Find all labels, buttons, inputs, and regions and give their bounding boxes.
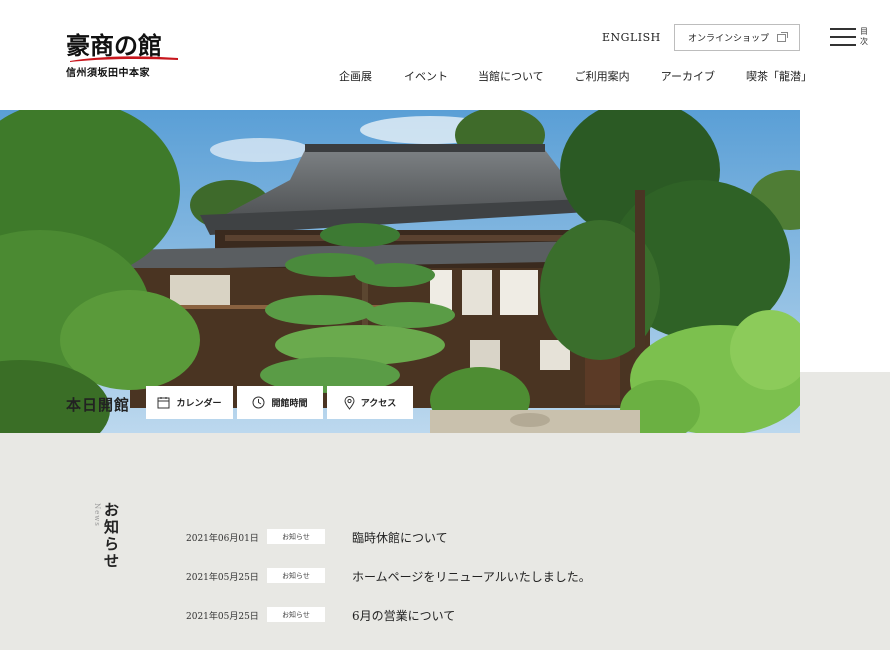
news-title[interactable]: ホームページをリニューアルいたしました。	[352, 568, 591, 585]
map-pin-icon	[344, 395, 355, 410]
news-date: 2021年06月01日	[186, 534, 259, 544]
nav-item-cafe[interactable]: 喫茶「龍潜」	[746, 68, 812, 84]
nav-item-events[interactable]: イベント	[404, 68, 448, 84]
hero-image	[0, 110, 800, 433]
menu-button[interactable]: 目次	[830, 27, 872, 49]
news-tag: お知らせ	[267, 568, 325, 583]
calendar-button[interactable]: カレンダー	[146, 386, 233, 419]
online-shop-button[interactable]: オンラインショップ	[674, 24, 800, 51]
opening-hours-button[interactable]: 開館時間	[237, 386, 323, 419]
online-shop-label: オンラインショップ	[687, 34, 769, 44]
hamburger-icon	[830, 28, 856, 46]
open-status-title: 本日開館	[66, 396, 131, 414]
clock-icon	[252, 396, 265, 409]
external-link-icon	[777, 31, 788, 42]
logo-swoosh	[70, 56, 178, 62]
menu-label: 目次	[860, 27, 868, 46]
news-heading: お知らせ	[104, 501, 120, 570]
news-item[interactable]: 2021年06月01日 お知らせ 臨時休館について	[186, 529, 686, 545]
access-button-label: アクセス	[360, 399, 397, 409]
site-header: 豪商の館 信州須坂田中本家 ENGLISH オンラインショップ 目次 企画展 イ…	[0, 0, 890, 110]
calendar-button-label: カレンダー	[176, 399, 222, 409]
news-title[interactable]: 臨時休館について	[352, 529, 448, 546]
news-date: 2021年05月25日	[186, 612, 259, 622]
global-nav: 企画展 イベント 当館について ご利用案内 アーカイブ 喫茶「龍潜」	[339, 68, 812, 84]
news-item[interactable]: 2021年05月25日 お知らせ 6月の営業について	[186, 607, 686, 623]
nav-item-exhibition[interactable]: 企画展	[339, 68, 372, 84]
nav-item-archive[interactable]: アーカイブ	[661, 68, 715, 84]
news-tag: お知らせ	[267, 529, 325, 544]
news-date: 2021年05月25日	[186, 573, 259, 583]
news-title[interactable]: 6月の営業について	[352, 607, 455, 624]
opening-hours-label: 開館時間	[271, 399, 308, 409]
news-item[interactable]: 2021年05月25日 お知らせ ホームページをリニューアルいたしました。	[186, 568, 686, 584]
logo-subtitle: 信州須坂田中本家	[66, 68, 150, 79]
nav-item-about[interactable]: 当館について	[478, 68, 544, 84]
nav-item-guide[interactable]: ご利用案内	[575, 68, 630, 84]
access-button[interactable]: アクセス	[327, 386, 413, 419]
news-tag: お知らせ	[267, 607, 325, 622]
calendar-icon	[157, 397, 170, 409]
english-link[interactable]: ENGLISH	[602, 31, 661, 44]
news-heading-en: News	[93, 503, 101, 527]
site-logo[interactable]: 豪商の館 信州須坂田中本家	[66, 33, 182, 79]
